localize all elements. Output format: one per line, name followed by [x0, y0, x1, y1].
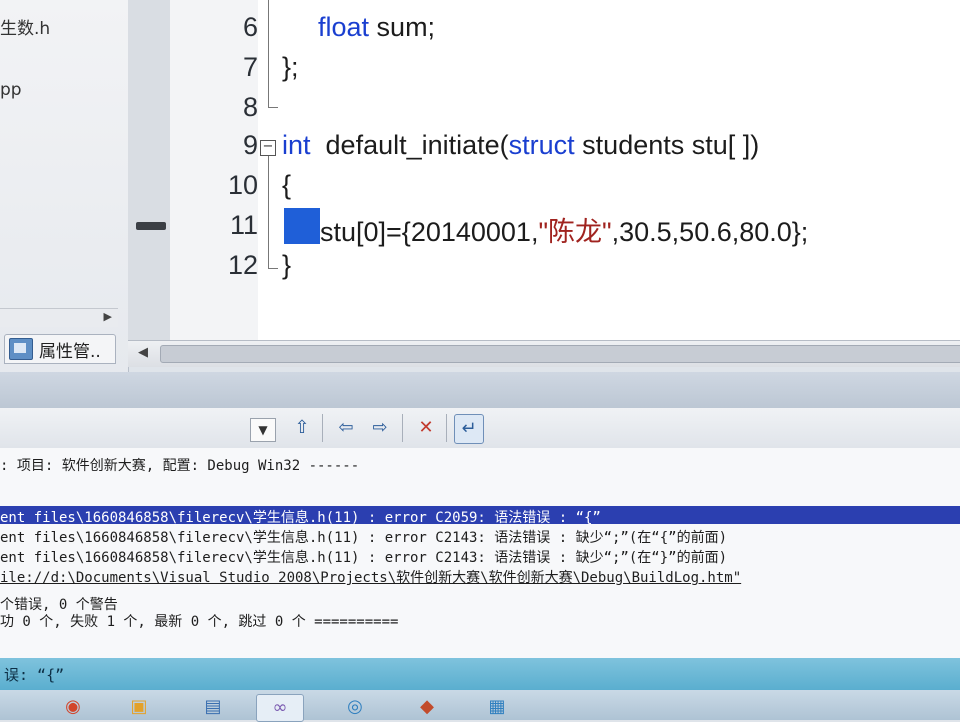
taskbar-app-icon[interactable]: ◎ [332, 694, 378, 720]
tab-property-manager[interactable]: 属性管.. [4, 334, 116, 364]
keyword-token: struct [508, 130, 575, 160]
scroll-right-icon[interactable]: ▶ [104, 310, 112, 323]
toggle-word-wrap-icon[interactable]: ↵ [454, 414, 484, 444]
output-line: : 项目: 软件创新大赛, 配置: Debug Win32 ------ [0, 458, 360, 474]
line-number: 8 [242, 92, 258, 122]
code-line[interactable]: } [282, 250, 291, 281]
build-log-link[interactable]: ile://d:\Documents\Visual Studio 2008\Pr… [0, 567, 741, 587]
taskbar-app-icon[interactable]: ▤ [190, 694, 236, 720]
output-summary: 功 0 个, 失败 1 个, 最新 0 个, 跳过 0 个 ========== [0, 614, 399, 630]
previous-message-icon[interactable]: ⇦ [332, 414, 360, 442]
toolbar-separator [446, 414, 447, 442]
taskbar-app-icon[interactable]: ◉ [50, 694, 96, 720]
toolbar-separator [402, 414, 403, 442]
status-text: 误: “{” [4, 666, 65, 684]
solution-tree-item[interactable]: 生数.h [0, 14, 50, 39]
scroll-left-icon[interactable]: ◀ [138, 345, 148, 360]
taskbar-app-icon[interactable]: ▣ [116, 694, 162, 720]
code-text: ,30.5,50.6,80.0}; [611, 217, 809, 247]
property-manager-icon [9, 338, 33, 360]
taskbar-visual-studio-icon[interactable]: ∞ [256, 694, 304, 722]
taskbar-app-icon[interactable]: ▦ [474, 694, 520, 720]
editor-horizontal-scrollbar[interactable]: ◀ [128, 340, 960, 367]
status-bar [0, 658, 960, 690]
code-text: default_initiate( [310, 130, 509, 160]
code-text: stu[0]={20140001, [320, 217, 539, 247]
error-marker [136, 222, 166, 230]
text-cursor-selection [284, 208, 320, 244]
error-line[interactable]: ent files\1660846858\filerecv\学生信息.h(11)… [0, 547, 727, 567]
code-line[interactable]: int default_initiate(struct students stu… [282, 130, 759, 161]
taskbar-app-icon[interactable]: ◆ [404, 694, 450, 720]
chevron-down-icon[interactable]: ▼ [250, 418, 276, 442]
next-message-icon[interactable]: ⇨ [366, 414, 394, 442]
string-token: "陈龙" [538, 217, 612, 247]
output-panel-header [0, 372, 960, 408]
toolbar-separator [322, 414, 323, 442]
line-number: 12 [227, 250, 258, 280]
line-number: 7 [242, 52, 258, 82]
error-line[interactable]: ent files\1660846858\filerecv\学生信息.h(11)… [0, 507, 601, 527]
keyword-token: float [318, 12, 370, 42]
collapse-icon[interactable]: − [260, 140, 276, 156]
line-number: 11 [229, 210, 258, 240]
indicator-margin [128, 0, 170, 340]
fold-guide [268, 268, 278, 269]
code-line[interactable]: }; [282, 52, 299, 83]
line-number-gutter: 6 7 8 9 10 11 12 [170, 0, 258, 340]
code-line[interactable]: float sum; [318, 12, 435, 43]
line-number: 9 [242, 130, 258, 160]
fold-guide [268, 107, 278, 108]
code-text: sum; [369, 12, 436, 42]
go-to-location-icon[interactable]: ⇧ [288, 414, 316, 442]
keyword-token: int [282, 130, 311, 160]
solution-tree-item[interactable]: pp [0, 80, 22, 100]
code-text: students stu[ ]) [574, 130, 760, 160]
tab-label: 属性管.. [39, 341, 101, 362]
clear-all-icon[interactable]: ✕ [412, 414, 440, 442]
line-number: 10 [227, 170, 258, 200]
fold-guide [268, 156, 269, 268]
left-panel-scrollbar[interactable]: ▶ [0, 308, 118, 327]
fold-guide [268, 0, 269, 108]
code-line[interactable]: stu[0]={20140001,"陈龙",30.5,50.6,80.0}; [320, 210, 808, 249]
error-line[interactable]: ent files\1660846858\filerecv\学生信息.h(11)… [0, 527, 727, 547]
scrollbar-thumb[interactable] [160, 345, 960, 363]
line-number: 6 [242, 12, 258, 42]
code-line[interactable]: { [282, 170, 291, 201]
